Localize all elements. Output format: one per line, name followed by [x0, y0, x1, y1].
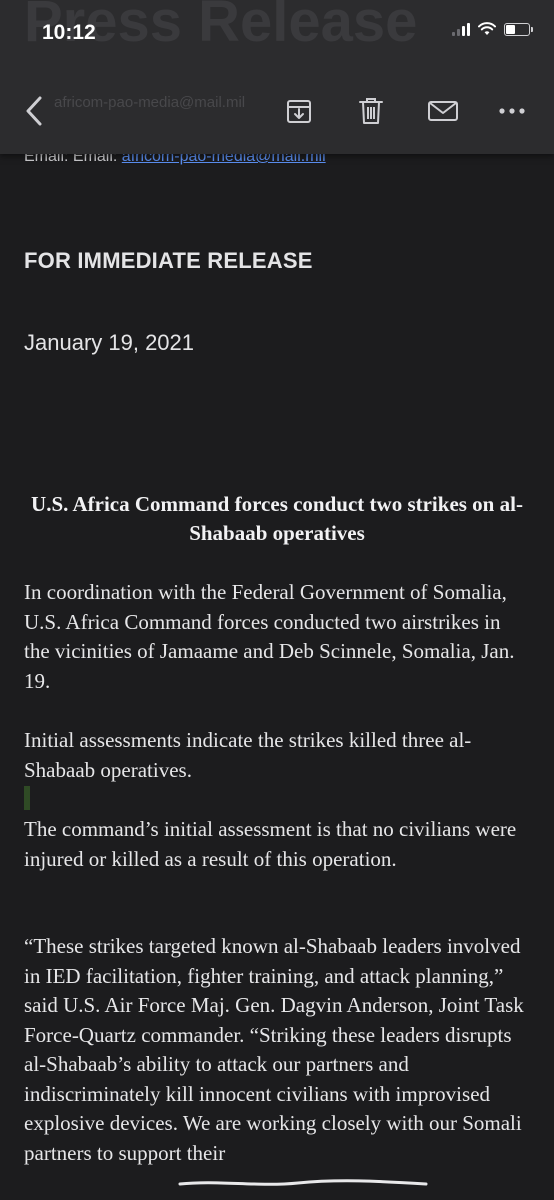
trash-button[interactable] [353, 92, 389, 130]
ink-scribble [178, 1179, 428, 1186]
archive-icon [287, 100, 311, 123]
paragraph-1: In coordination with the Federal Governm… [24, 580, 515, 693]
wifi-icon [478, 22, 496, 35]
mail-toolbar: Press Release africom-pao-media@mail.mil… [0, 0, 554, 154]
status-icons [452, 22, 533, 36]
ellipsis-icon [499, 108, 525, 114]
status-time: 10:12 [42, 21, 96, 44]
release-date: January 19, 2021 [24, 330, 195, 355]
envelope-icon [428, 101, 458, 121]
paragraph-3: The command’s initial assessment is that… [24, 817, 517, 871]
release-label: FOR IMMEDIATE RELEASE [24, 248, 313, 273]
press-headline: U.S. Africa Command forces conduct two s… [31, 492, 523, 545]
paragraph-2: Initial assessments indicate the strikes… [24, 728, 472, 782]
more-button[interactable] [494, 92, 530, 130]
cellular-signal-icon [452, 22, 470, 36]
back-button[interactable] [16, 92, 52, 130]
reply-mail-button[interactable] [423, 92, 463, 130]
battery-icon [504, 22, 533, 36]
text-cursor-marker [24, 786, 30, 810]
ghost-email: africom-pao-media@mail.mil [54, 94, 246, 111]
paragraph-4: “These strikes targeted known al-Shabaab… [24, 934, 524, 1165]
trash-icon [359, 98, 383, 124]
archive-button[interactable] [281, 92, 317, 130]
chevron-left-icon [26, 96, 42, 126]
